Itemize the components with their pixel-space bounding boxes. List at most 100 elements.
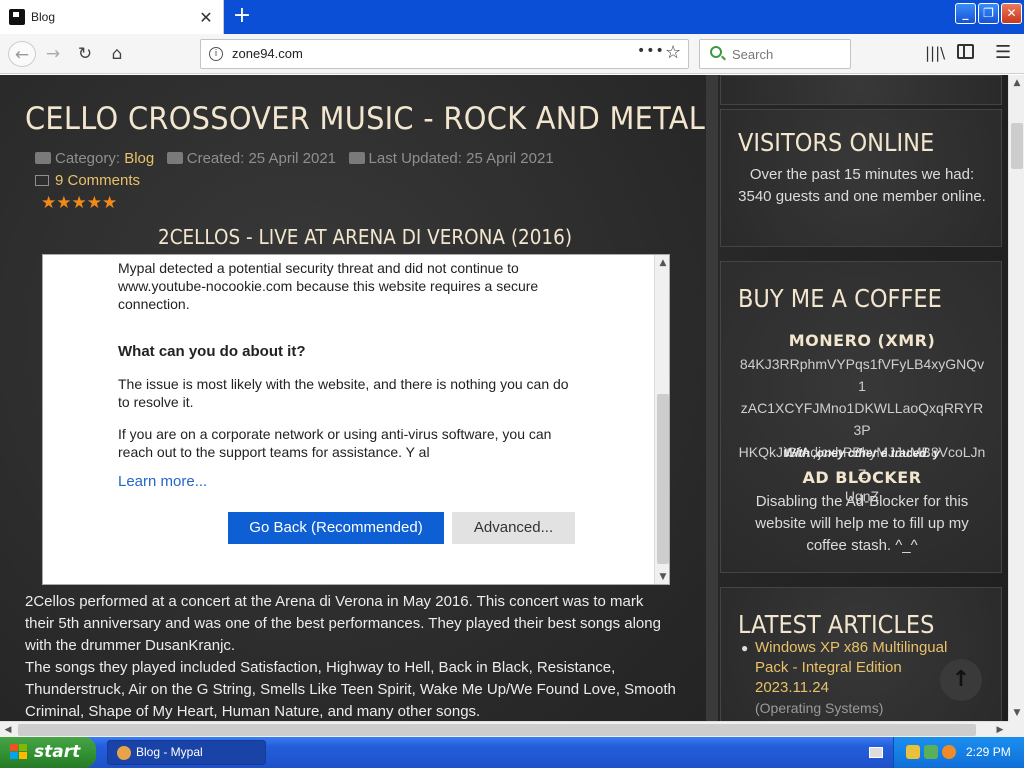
buy-me-a-coffee-module: BUY ME A COFFEE MONERO (XMR) 84KJ3RRphmV… <box>720 261 1002 573</box>
body-line: The songs they played included Satisfact… <box>25 659 616 676</box>
hamburger-menu-icon[interactable]: ☰ <box>995 42 1011 63</box>
mypal-icon <box>117 746 131 760</box>
calendar-icon <box>348 152 365 164</box>
visitors-online-module: VISITORS ONLINE Over the past 15 minutes… <box>720 109 1002 247</box>
sidebar-divider <box>706 75 718 721</box>
error-heading: What can you do about it? <box>118 343 306 360</box>
article-column: CELLO CROSSOVER MUSIC - ROCK AND METAL C… <box>8 75 705 721</box>
forward-button[interactable]: → <box>40 41 66 67</box>
calendar-icon <box>166 152 183 164</box>
visitors-text: Over the past 15 minutes we had: 3540 gu… <box>738 166 986 205</box>
latest-articles-list: ● Windows XP x86 Multilingual Pack - Int… <box>741 638 971 718</box>
module-title: LATEST ARTICLES <box>738 610 935 639</box>
scrollbar-thumb[interactable] <box>1011 123 1023 169</box>
error-paragraph: The issue is most likely with the websit… <box>118 376 569 410</box>
learn-more-link[interactable]: Learn more... <box>118 473 207 490</box>
scroll-to-top-button[interactable]: ↑ <box>940 659 982 701</box>
search-tray-icon[interactable] <box>942 745 956 759</box>
scrollbar-thumb[interactable] <box>657 394 669 564</box>
search-icon <box>710 46 722 58</box>
scroll-down-arrow-icon[interactable]: ▼ <box>1009 705 1024 721</box>
system-tray: 2:29 PM <box>893 737 1024 768</box>
tab-blog[interactable]: Blog ✕ <box>0 0 224 34</box>
navigation-toolbar: ← → ↻ ⌂ i zone94.com ••• ☆ Search |||\ ☰ <box>0 34 1024 74</box>
adblock-text: Disabling the Ad-Blocker for this websit… <box>755 493 969 554</box>
module-title: VISITORS ONLINE <box>738 128 935 157</box>
body-line: Thunderstruck, Air on the G String, Smel… <box>25 681 676 698</box>
tab-bar: Blog ✕ + _ ❐ ✕ <box>0 0 1024 34</box>
library-icon[interactable]: |||\ <box>925 44 945 62</box>
site-favicon-icon <box>9 9 25 25</box>
restore-button[interactable]: ❐ <box>978 3 999 24</box>
scrollbar-thumb[interactable] <box>18 724 976 736</box>
updated-date: Last Updated: 25 April 2021 <box>368 150 554 167</box>
body-line: with the drummer DusanKranjc. <box>25 637 236 654</box>
security-shield-icon[interactable] <box>906 745 920 759</box>
body-line: 2Cellos performed at a concert at the Ar… <box>25 593 644 610</box>
advanced-button[interactable]: Advanced... <box>452 512 575 544</box>
address-line: zAC1XCYFJMno1DKWLLaoQxqRRYR3P <box>740 400 984 438</box>
article-meta: Category: Blog Created: 25 April 2021 La… <box>35 150 554 167</box>
search-placeholder: Search <box>732 47 774 62</box>
address-line: 84KJ3RRphmVYPqs1fVFyLB4xyGNQv1 <box>739 356 985 394</box>
sidebar-module-top <box>720 75 1002 105</box>
url-text[interactable]: zone94.com <box>232 46 303 61</box>
bookmark-star-icon[interactable]: ☆ <box>665 42 681 63</box>
clock[interactable]: 2:29 PM <box>966 737 1011 768</box>
search-input[interactable]: Search <box>699 39 851 69</box>
scroll-up-arrow-icon[interactable]: ▲ <box>1009 75 1024 91</box>
page-viewport: CELLO CROSSOVER MUSIC - ROCK AND METAL C… <box>0 75 1008 721</box>
embedded-video-error-frame: Mypal detected a potential security thre… <box>42 254 670 585</box>
start-button[interactable]: start <box>0 737 96 768</box>
start-label: start <box>34 742 81 762</box>
page-horizontal-scrollbar[interactable]: ◀ ▶ <box>0 721 1008 737</box>
home-button[interactable]: ⌂ <box>104 41 130 67</box>
category-label: Category: <box>55 150 125 167</box>
scroll-up-arrow-icon[interactable]: ▲ <box>655 255 669 271</box>
folder-icon <box>35 152 51 164</box>
keyboard-icon[interactable] <box>869 747 883 758</box>
page-vertical-scrollbar[interactable]: ▲ ▼ <box>1008 75 1024 721</box>
scrollbar-corner <box>1008 721 1024 737</box>
scroll-down-arrow-icon[interactable]: ▼ <box>655 569 669 584</box>
page-actions-icon[interactable]: ••• <box>637 43 665 59</box>
video-title: 2CELLOS - LIVE AT ARENA DI VERONA (2016) <box>158 225 573 249</box>
list-bullet: ● <box>741 641 749 655</box>
comments-link[interactable]: 9 Comments <box>35 172 140 189</box>
address-bar[interactable]: i zone94.com ••• ☆ <box>200 39 689 69</box>
scroll-right-arrow-icon[interactable]: ▶ <box>992 722 1008 738</box>
tab-title: Blog <box>31 10 56 24</box>
latest-article-link[interactable]: Windows XP x86 Multilingual Pack - Integ… <box>755 638 971 698</box>
tab-close-icon[interactable]: ✕ <box>195 8 217 27</box>
article-title: CELLO CROSSOVER MUSIC - ROCK AND METAL <box>25 101 706 137</box>
windows-taskbar: start Blog - Mypal 2:29 PM <box>0 737 1024 768</box>
back-button[interactable]: ← <box>8 41 36 67</box>
latest-article-category: (Operating Systems) <box>755 700 884 716</box>
error-text: Mypal detected a potential security thre… <box>118 259 578 461</box>
sidebar-toggle-icon[interactable] <box>957 44 974 59</box>
category-link[interactable]: Blog <box>124 150 154 167</box>
created-date: Created: 25 April 2021 <box>186 150 337 167</box>
minimize-button[interactable]: _ <box>955 3 976 24</box>
article-body: 2Cellos performed at a concert at the Ar… <box>25 591 695 721</box>
scroll-left-arrow-icon[interactable]: ◀ <box>0 722 16 738</box>
comment-icon <box>35 175 49 186</box>
adblock-title: AD BLOCKER <box>802 468 922 487</box>
windows-logo-icon <box>10 744 28 761</box>
star-rating[interactable]: ★★★★★ <box>41 193 117 213</box>
comments-count[interactable]: 9 Comments <box>55 172 140 189</box>
body-line: their 5th anniversary and was one of the… <box>25 615 661 632</box>
network-icon[interactable] <box>924 745 938 759</box>
new-tab-button[interactable]: + <box>231 4 253 28</box>
go-back-button[interactable]: Go Back (Recommended) <box>228 512 444 544</box>
body-line: Criminal, Shape of My Heart, Human Natur… <box>25 703 481 720</box>
window-close-button[interactable]: ✕ <box>1001 3 1022 24</box>
module-title: BUY ME A COFFEE <box>738 284 942 313</box>
error-paragraph: Mypal detected a potential security thre… <box>118 260 539 312</box>
taskbar-window-button[interactable]: Blog - Mypal <box>107 740 266 765</box>
monero-note: With ,oney cther e traced. y <box>784 446 940 460</box>
monero-title: MONERO (XMR) <box>788 331 936 350</box>
reload-button[interactable]: ↻ <box>72 41 98 67</box>
frame-scrollbar[interactable]: ▲ ▼ <box>654 255 669 584</box>
site-info-icon[interactable]: i <box>209 47 223 61</box>
